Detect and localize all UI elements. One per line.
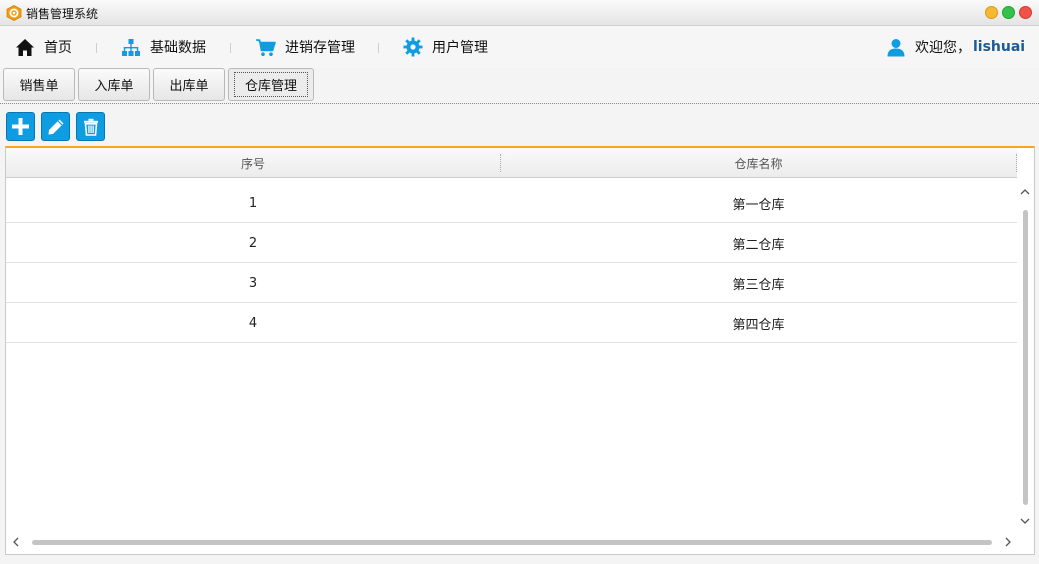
chevron-left-icon[interactable] bbox=[8, 535, 22, 549]
cart-icon bbox=[256, 38, 276, 56]
nav-item-inventory[interactable]: 进销存管理 bbox=[255, 36, 355, 58]
vertical-scrollbar[interactable] bbox=[1017, 178, 1034, 535]
column-divider[interactable] bbox=[1016, 154, 1017, 172]
chevron-right-icon[interactable] bbox=[1001, 535, 1015, 549]
close-button[interactable] bbox=[1019, 6, 1032, 19]
warehouse-table: 序号 仓库名称 1 第一仓库 2 第二仓库 3 第三仓库 4 第四仓库 bbox=[5, 146, 1035, 555]
sitemap-icon bbox=[122, 38, 140, 56]
column-header-index[interactable]: 序号 bbox=[6, 148, 500, 178]
cell-index: 4 bbox=[248, 315, 258, 331]
tab-label: 出库单 bbox=[169, 79, 209, 94]
table-row[interactable]: 3 第三仓库 bbox=[6, 263, 1017, 303]
document-tabs: 销售单 入库单 出库单 仓库管理 bbox=[0, 68, 1039, 104]
username[interactable]: lishuai bbox=[973, 39, 1025, 55]
chevron-down-icon[interactable] bbox=[1018, 514, 1032, 528]
nav-label-basic-data: 基础数据 bbox=[150, 40, 206, 56]
nav-label-inventory: 进销存管理 bbox=[285, 40, 355, 56]
add-button[interactable] bbox=[6, 112, 35, 141]
maximize-button[interactable] bbox=[1002, 6, 1015, 19]
minimize-button[interactable] bbox=[985, 6, 998, 19]
window-titlebar: 销售管理系统 bbox=[0, 0, 1039, 26]
tab-stock-out[interactable]: 出库单 bbox=[153, 68, 225, 101]
window-title: 销售管理系统 bbox=[26, 7, 99, 21]
nav-item-home[interactable]: 首页 bbox=[15, 36, 72, 58]
trash-icon bbox=[83, 118, 98, 136]
main-nav: 首页 基础数据 进销存管理 用户管理 欢迎您， lishuai bbox=[0, 26, 1039, 68]
cell-index: 2 bbox=[248, 235, 258, 251]
horizontal-scrollbar[interactable] bbox=[6, 531, 1017, 553]
welcome-text: 欢迎您， bbox=[915, 40, 971, 56]
vertical-scroll-thumb[interactable] bbox=[1023, 210, 1028, 505]
home-icon bbox=[16, 38, 34, 56]
tab-stock-in[interactable]: 入库单 bbox=[78, 68, 150, 101]
nav-item-basic-data[interactable]: 基础数据 bbox=[121, 36, 206, 58]
user-greeting: 欢迎您， lishuai bbox=[886, 36, 1025, 58]
cell-warehouse-name: 第一仓库 bbox=[732, 197, 785, 213]
cell-warehouse-name: 第二仓库 bbox=[732, 237, 785, 253]
tab-label: 入库单 bbox=[94, 79, 134, 94]
cell-index: 3 bbox=[248, 275, 258, 291]
plus-icon bbox=[12, 118, 29, 135]
table-header: 序号 仓库名称 bbox=[6, 148, 1017, 178]
edit-button[interactable] bbox=[41, 112, 70, 141]
cell-warehouse-name: 第四仓库 bbox=[732, 317, 785, 333]
tabs-divider bbox=[0, 103, 1039, 104]
user-icon bbox=[887, 38, 905, 56]
table-row[interactable]: 2 第二仓库 bbox=[6, 223, 1017, 263]
nav-item-user-management[interactable]: 用户管理 bbox=[403, 36, 488, 58]
chevron-up-icon[interactable] bbox=[1018, 184, 1032, 198]
nav-divider bbox=[96, 43, 97, 53]
hexagon-gear-icon bbox=[6, 5, 22, 21]
tab-label: 销售单 bbox=[19, 79, 59, 94]
tab-warehouse-management[interactable]: 仓库管理 bbox=[228, 68, 314, 101]
table-row[interactable]: 4 第四仓库 bbox=[6, 303, 1017, 343]
cell-index: 1 bbox=[248, 195, 258, 211]
nav-divider bbox=[230, 43, 231, 53]
gear-icon bbox=[403, 37, 423, 57]
horizontal-scroll-thumb[interactable] bbox=[32, 540, 992, 545]
pencil-icon bbox=[48, 119, 63, 134]
nav-divider bbox=[378, 43, 379, 53]
column-header-warehouse-name[interactable]: 仓库名称 bbox=[500, 148, 1017, 178]
table-row[interactable]: 1 第一仓库 bbox=[6, 183, 1017, 223]
cell-warehouse-name: 第三仓库 bbox=[732, 277, 785, 293]
tab-label: 仓库管理 bbox=[233, 72, 308, 97]
nav-label-user-management: 用户管理 bbox=[432, 40, 488, 56]
nav-label-home: 首页 bbox=[44, 40, 72, 56]
tab-sales-order[interactable]: 销售单 bbox=[3, 68, 75, 101]
delete-button[interactable] bbox=[76, 112, 105, 141]
